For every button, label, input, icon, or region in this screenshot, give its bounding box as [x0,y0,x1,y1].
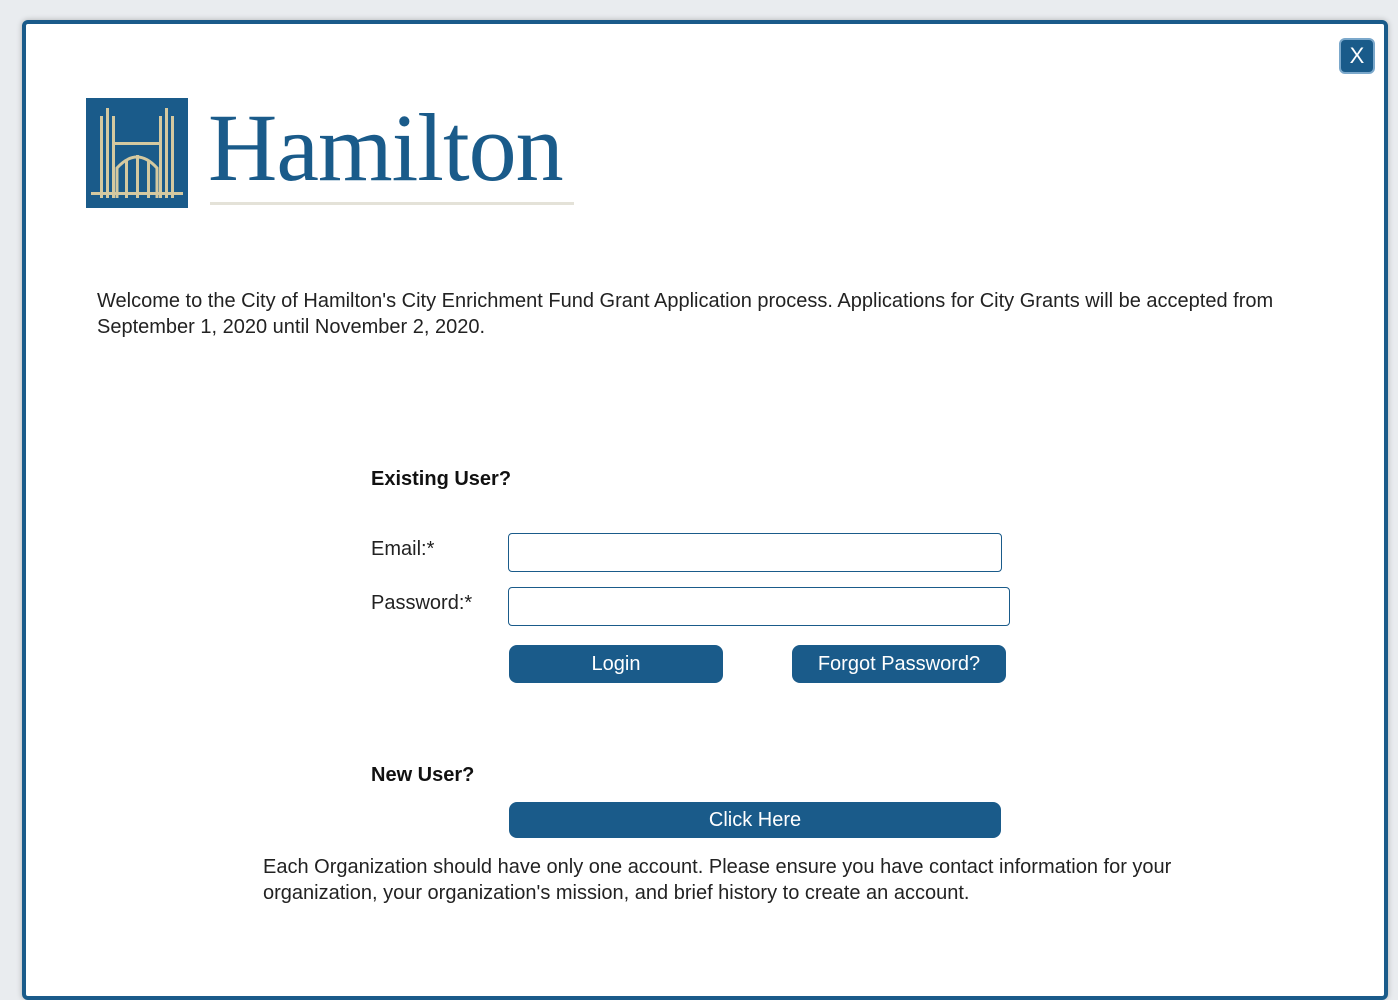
logo-underline [210,202,574,205]
welcome-message: Welcome to the City of Hamilton's City E… [97,290,1274,338]
password-label: Password:* [371,592,473,614]
email-field[interactable] [508,533,1002,572]
existing-user-heading: Existing User? [371,468,512,490]
forgot-password-button[interactable]: Forgot Password? [792,645,1006,683]
login-button[interactable]: Login [509,645,723,683]
login-dialog: X Hamilton Welcome to the City of Hamilt… [22,20,1388,1000]
close-button[interactable]: X [1339,38,1375,74]
account-note: Each Organization should have only one a… [263,856,1172,904]
email-label: Email:* [371,538,435,560]
new-user-heading: New User? [371,764,475,786]
city-crest-icon [86,98,188,208]
click-here-button[interactable]: Click Here [509,802,1001,838]
logo-wordmark: Hamilton [208,94,564,201]
password-field[interactable] [508,587,1010,626]
